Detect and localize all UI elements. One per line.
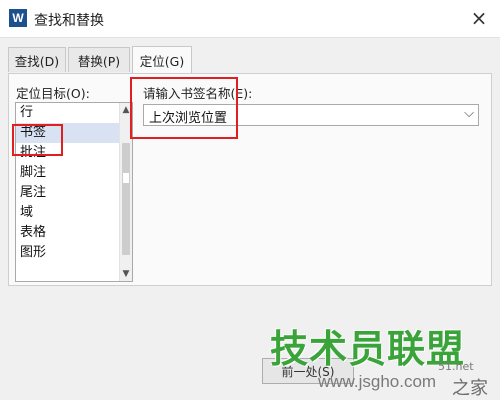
list-scrollbar[interactable]: ▲ ▼ <box>119 103 132 281</box>
list-item[interactable]: 批注 <box>16 143 132 163</box>
chevron-down-icon[interactable]: ⌵ <box>464 106 474 121</box>
goto-target-label: 定位目标(O): <box>16 86 90 101</box>
title-bar: W 查找和替换 × <box>0 0 500 38</box>
scroll-up-icon[interactable]: ▲ <box>120 103 132 117</box>
bookmark-name-label: 请输入书签名称(E): <box>143 86 253 101</box>
bookmark-name-combobox[interactable]: 上次浏览位置 ⌵ <box>143 104 479 126</box>
watermark-fragment: 51.net <box>438 360 474 373</box>
scroll-thumb[interactable] <box>122 143 130 255</box>
tab-replace[interactable]: 替换(P) <box>68 47 130 72</box>
watermark-tail: 之家 <box>452 378 488 399</box>
wps-writer-icon: W <box>9 9 27 27</box>
list-item[interactable]: 域 <box>16 203 132 223</box>
list-item[interactable]: 图形 <box>16 243 132 263</box>
scroll-down-icon[interactable]: ▼ <box>120 267 132 281</box>
dialog-title: 查找和替换 <box>34 13 104 29</box>
tab-find[interactable]: 查找(D) <box>8 47 66 72</box>
list-item[interactable]: 尾注 <box>16 183 132 203</box>
scroll-thumb-grip <box>123 173 129 183</box>
watermark-brand: 技术员联盟 <box>270 327 466 371</box>
bookmark-name-value: 上次浏览位置 <box>149 111 228 126</box>
goto-target-list[interactable]: 行 书签 批注 脚注 尾注 域 表格 图形 ▲ ▼ <box>15 102 133 282</box>
close-button[interactable]: × <box>466 6 492 30</box>
list-item[interactable]: 行 <box>16 103 132 123</box>
goto-panel: 定位目标(O): 行 书签 批注 脚注 尾注 域 表格 图形 ▲ ▼ 请输入书签… <box>8 73 492 286</box>
list-item-selected[interactable]: 书签 <box>16 123 132 143</box>
list-item[interactable]: 表格 <box>16 223 132 243</box>
list-item[interactable]: 脚注 <box>16 163 132 183</box>
tab-goto[interactable]: 定位(G) <box>132 46 192 73</box>
watermark-url: www.jsgho.com <box>318 372 437 391</box>
